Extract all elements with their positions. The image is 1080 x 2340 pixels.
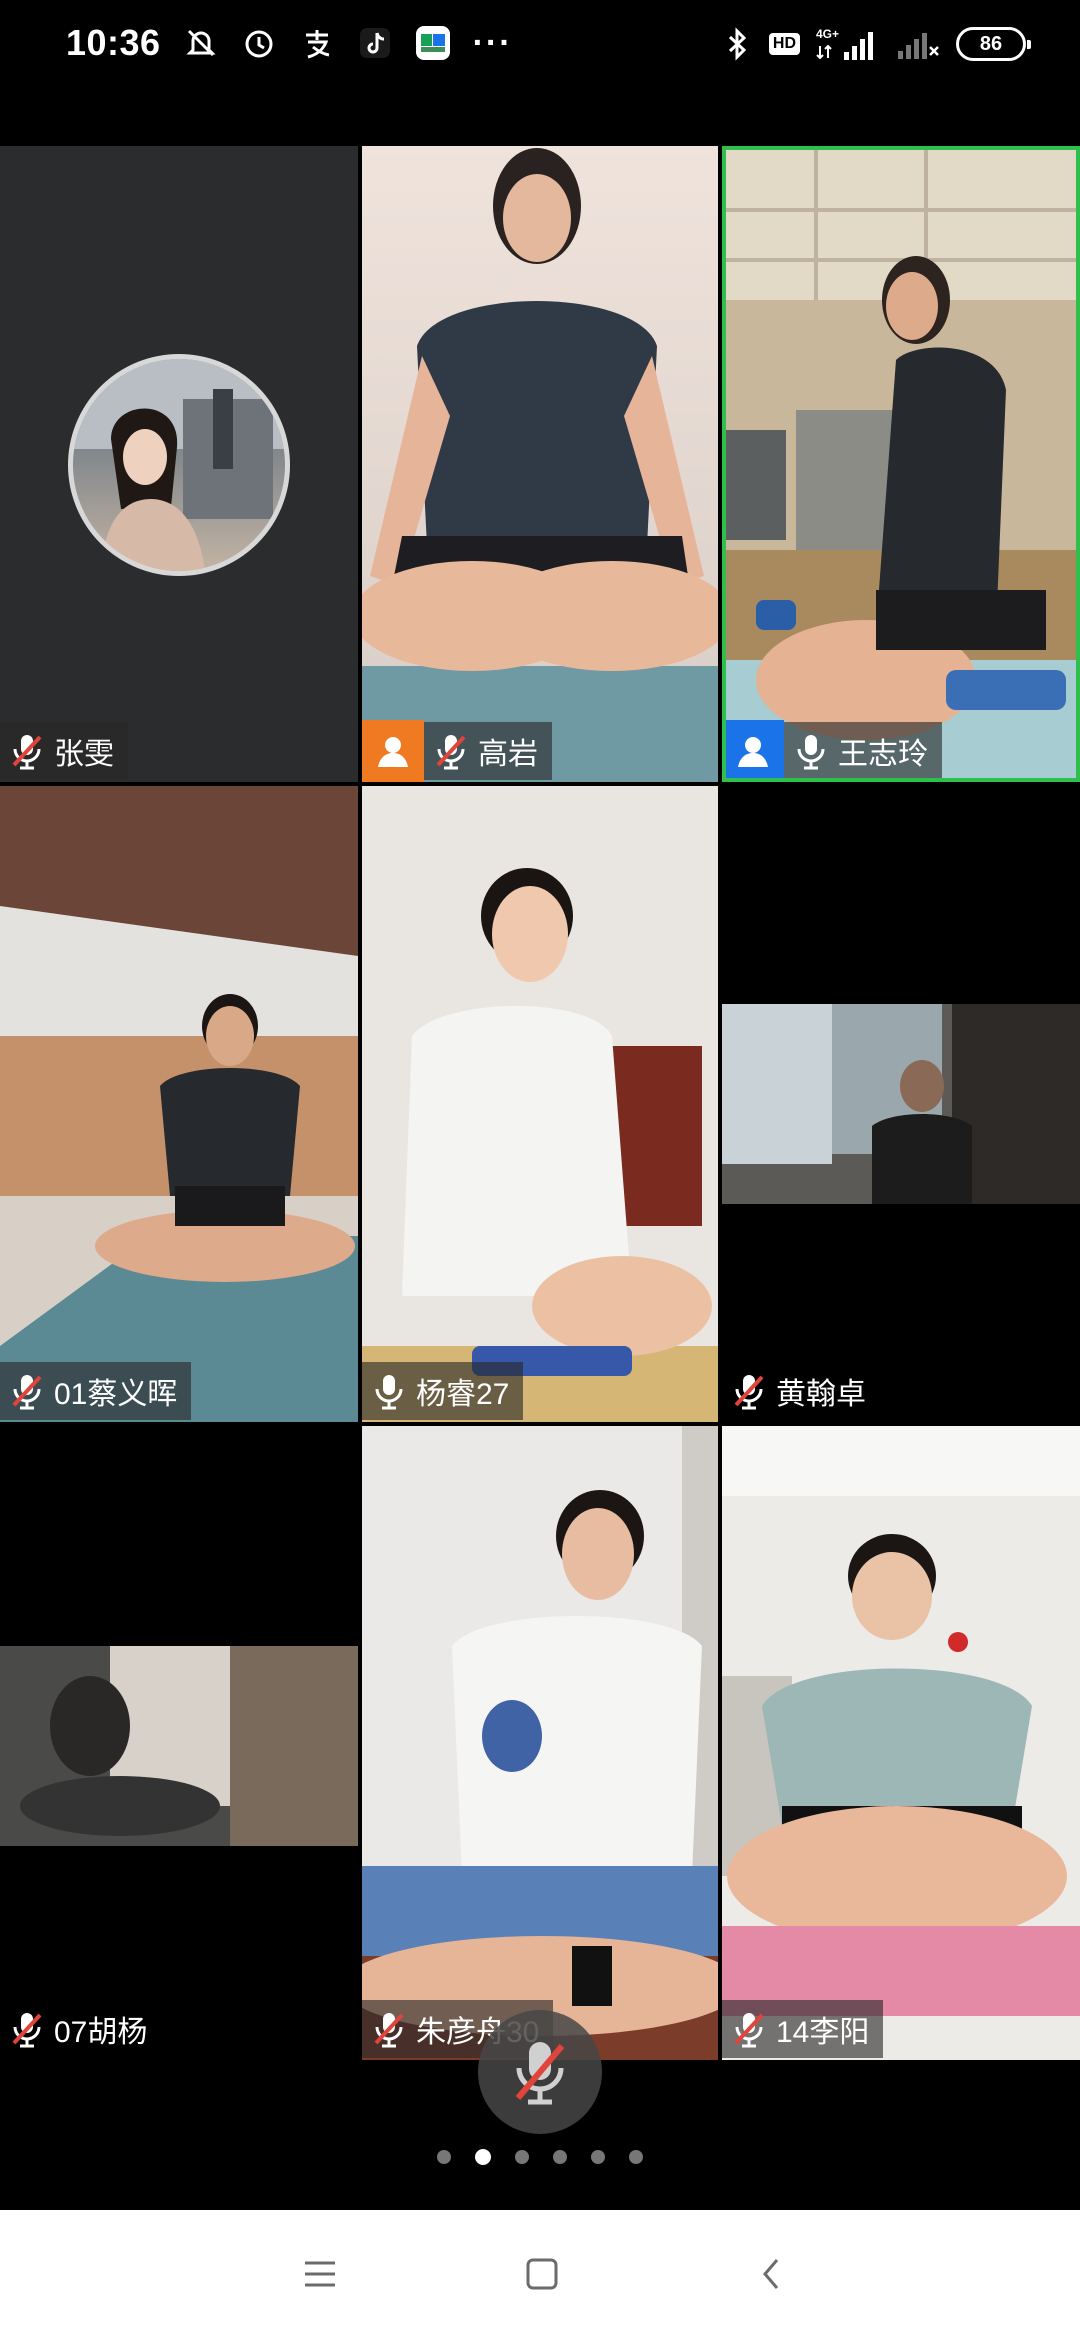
mic-on-icon bbox=[372, 1371, 406, 1411]
participant-name: 张雯 bbox=[54, 738, 114, 771]
status-time: 10:36 bbox=[66, 22, 161, 63]
participant-name: 01蔡义晖 bbox=[54, 1378, 178, 1411]
menu-icon bbox=[305, 2261, 335, 2287]
video-grid: 张雯 高岩 王志玲 01蔡义晖 杨睿27 黄翰卓 07胡杨 朱彦舟30 14李阳 bbox=[0, 146, 1080, 2060]
video-feed bbox=[362, 786, 718, 1422]
bluetooth-icon bbox=[719, 26, 755, 62]
name-tag: 王志玲 bbox=[726, 720, 942, 778]
video-feed bbox=[0, 1426, 358, 2060]
chat-app-icon bbox=[415, 25, 451, 61]
mic-muted-icon bbox=[10, 731, 44, 771]
host-user-icon bbox=[362, 720, 424, 782]
avatar bbox=[68, 354, 290, 576]
participant-name: 高岩 bbox=[478, 738, 538, 771]
name-tag: 杨睿27 bbox=[362, 1362, 524, 1420]
toggle-mic-button[interactable] bbox=[478, 2010, 602, 2134]
participant-name: 杨睿27 bbox=[416, 1378, 510, 1411]
signal-no-sim-icon bbox=[894, 26, 942, 62]
name-tag: 07胡杨 bbox=[0, 2000, 161, 2058]
svg-text:4G+: 4G+ bbox=[816, 27, 839, 41]
home-square-icon bbox=[526, 2258, 558, 2290]
participant-tile[interactable]: 07胡杨 bbox=[0, 1426, 358, 2060]
participant-tile[interactable]: 张雯 bbox=[0, 146, 358, 782]
participant-tile[interactable]: 朱彦舟30 bbox=[362, 1426, 718, 2060]
participant-tile-speaking[interactable]: 王志玲 bbox=[722, 146, 1080, 782]
participant-tile[interactable]: 14李阳 bbox=[722, 1426, 1080, 2060]
video-feed bbox=[362, 1426, 718, 2060]
participant-tile[interactable]: 高岩 bbox=[362, 146, 718, 782]
page-dot[interactable] bbox=[553, 2150, 567, 2164]
signal-4g-icon: 4G+ bbox=[814, 26, 880, 62]
name-tag: 黄翰卓 bbox=[722, 1362, 880, 1420]
video-feed bbox=[362, 146, 718, 782]
cohost-user-icon bbox=[726, 720, 784, 778]
participant-tile[interactable]: 01蔡义晖 bbox=[0, 786, 358, 1422]
participant-name: 王志玲 bbox=[838, 738, 928, 771]
video-feed bbox=[722, 786, 1080, 1422]
mic-muted-icon bbox=[372, 2009, 406, 2049]
hd-icon: HD bbox=[768, 33, 800, 55]
home-button[interactable] bbox=[512, 2244, 572, 2304]
page-dot[interactable] bbox=[591, 2150, 605, 2164]
alipay-icon bbox=[299, 25, 335, 61]
participant-name: 黄翰卓 bbox=[776, 1378, 866, 1411]
page-dot[interactable] bbox=[629, 2150, 643, 2164]
back-chevron-icon bbox=[763, 2259, 779, 2289]
name-tag: 张雯 bbox=[0, 722, 128, 780]
page-dot[interactable] bbox=[515, 2150, 529, 2164]
mic-on-icon bbox=[794, 731, 828, 771]
battery-icon: 86 bbox=[956, 27, 1031, 61]
video-feed bbox=[722, 1426, 1080, 2060]
tiktok-icon bbox=[357, 25, 393, 61]
page-dot[interactable] bbox=[437, 2150, 451, 2164]
name-tag: 01蔡义晖 bbox=[0, 1362, 192, 1420]
video-feed bbox=[726, 150, 1076, 778]
mic-muted-icon bbox=[515, 2042, 565, 2105]
participant-tile[interactable]: 杨睿27 bbox=[362, 786, 718, 1422]
page-indicator[interactable] bbox=[0, 2149, 1080, 2165]
mute-bell-icon bbox=[183, 25, 219, 61]
name-tag: 14李阳 bbox=[722, 2000, 884, 2058]
menu-button[interactable] bbox=[290, 2244, 350, 2304]
mic-muted-icon bbox=[732, 2009, 766, 2049]
page-dot-current[interactable] bbox=[475, 2149, 491, 2165]
video-feed bbox=[0, 786, 358, 1422]
name-tag: 高岩 bbox=[362, 720, 552, 782]
mic-muted-icon bbox=[10, 1371, 44, 1411]
participant-tile[interactable]: 黄翰卓 bbox=[722, 786, 1080, 1422]
mic-muted-icon bbox=[10, 2009, 44, 2049]
participant-name: 14李阳 bbox=[776, 2016, 870, 2049]
participant-name: 07胡杨 bbox=[54, 2016, 148, 2049]
mic-muted-icon bbox=[434, 731, 468, 771]
status-bar: 10:36 ··· HD 4G+ 86 bbox=[0, 0, 1080, 96]
system-nav-bar bbox=[0, 2210, 1080, 2340]
alarm-icon bbox=[241, 25, 277, 61]
back-button[interactable] bbox=[742, 2244, 802, 2304]
more-notifications: ··· bbox=[472, 23, 513, 62]
mic-muted-icon bbox=[732, 1371, 766, 1411]
